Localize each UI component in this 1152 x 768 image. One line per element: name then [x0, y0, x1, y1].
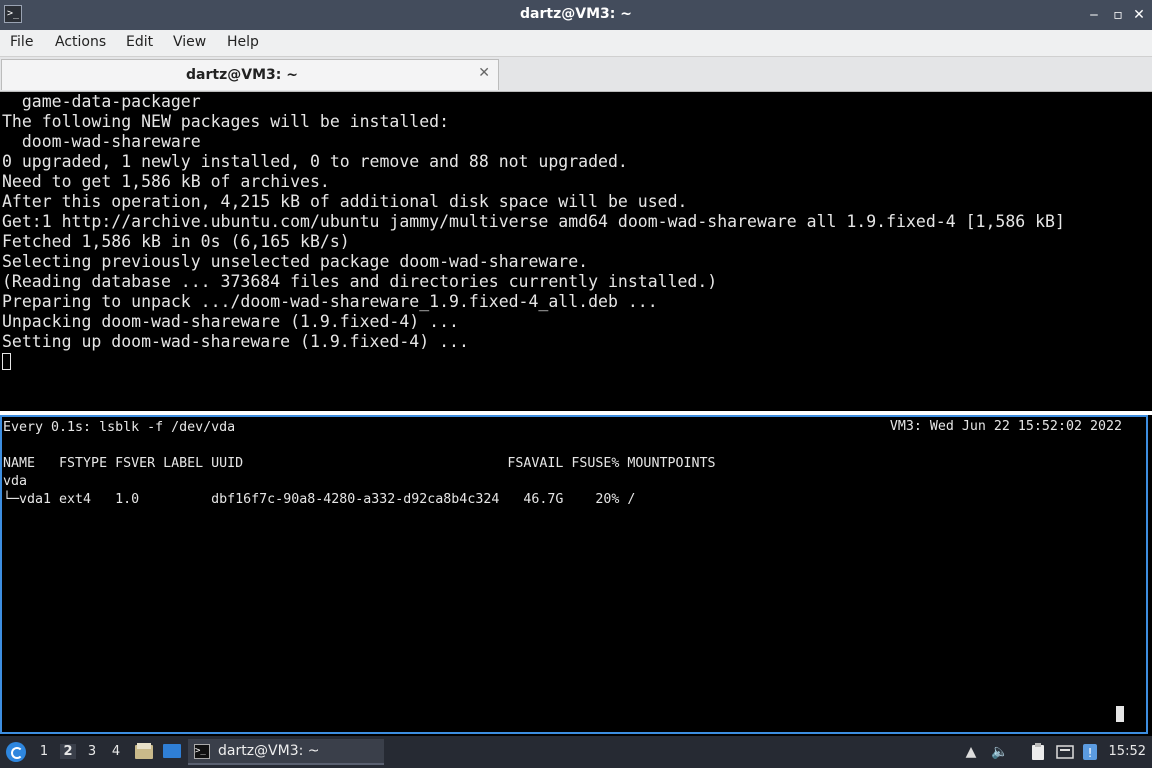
file-manager-icon[interactable]: [135, 743, 153, 759]
terminal-pane-bottom[interactable]: Every 0.1s: lsblk -f /dev/vda VM3: Wed J…: [0, 415, 1148, 734]
workspace-2[interactable]: 2: [60, 744, 76, 759]
keyboard-icon[interactable]: [1056, 743, 1074, 761]
terminal-cursor: [1116, 706, 1124, 722]
lsblk-row-disk: vda: [3, 474, 28, 489]
taskbar-item-terminal[interactable]: >_ dartz@VM3: ~: [188, 739, 384, 765]
terminal-line: Preparing to unpack .../doom-wad-sharewa…: [2, 292, 658, 311]
terminal-pane-top[interactable]: game-data-packager The following NEW pac…: [0, 92, 1152, 411]
tab-bar: dartz@VM3: ~ ✕: [0, 57, 1152, 92]
workspace-3[interactable]: 3: [84, 744, 100, 759]
svg-text:!: !: [1088, 746, 1093, 760]
taskbar-item-label: dartz@VM3: ~: [218, 743, 320, 759]
workspace-1[interactable]: 1: [36, 744, 52, 759]
terminal-cursor: [2, 353, 11, 370]
menu-actions[interactable]: Actions: [55, 34, 106, 50]
minimize-icon[interactable]: ‒: [1084, 5, 1104, 25]
menu-file[interactable]: File: [10, 34, 33, 50]
terminal-icon: >_: [194, 744, 210, 759]
watch-host-time: VM3: Wed Jun 22 15:52:02 2022: [889, 419, 1122, 434]
workspace-4[interactable]: 4: [108, 744, 124, 759]
lsblk-row-partition: └─vda1 ext4 1.0 dbf16f7c-90a8-4280-a332-…: [3, 492, 636, 507]
window-titlebar: >_ dartz@VM3: ~ ‒ ▫ ✕: [0, 0, 1152, 30]
terminal-line: Need to get 1,586 kB of archives.: [2, 172, 330, 191]
tab-close-icon[interactable]: ✕: [478, 65, 490, 81]
menu-view[interactable]: View: [173, 34, 206, 50]
terminal-line: The following NEW packages will be insta…: [2, 112, 450, 131]
terminal-line: 0 upgraded, 1 newly installed, 0 to remo…: [2, 152, 628, 171]
window-title: dartz@VM3: ~: [520, 6, 632, 22]
terminal-line: Setting up doom-wad-shareware (1.9.fixed…: [2, 332, 469, 351]
update-notifier-icon[interactable]: !: [1081, 743, 1099, 761]
terminal-line: (Reading database ... 373684 files and d…: [2, 272, 718, 291]
clock[interactable]: 15:52: [1109, 744, 1146, 759]
terminal-line: After this operation, 4,215 kB of additi…: [2, 192, 688, 211]
close-icon[interactable]: ✕: [1129, 5, 1149, 25]
lubuntu-start-icon[interactable]: [6, 742, 26, 762]
network-upload-icon[interactable]: ▲: [962, 743, 980, 761]
tab-label: dartz@VM3: ~: [186, 67, 298, 83]
show-desktop-icon[interactable]: [163, 743, 181, 759]
menu-bar: File Actions Edit View Help: [0, 30, 1152, 57]
taskbar: 1 2 3 4 >_ dartz@VM3: ~ ▲ 🔈 ! 15:52: [0, 736, 1152, 768]
maximize-icon[interactable]: ▫: [1108, 5, 1128, 25]
terminal-line: Fetched 1,586 kB in 0s (6,165 kB/s): [2, 232, 350, 251]
menu-edit[interactable]: Edit: [126, 34, 153, 50]
terminal-line: Unpacking doom-wad-shareware (1.9.fixed-…: [2, 312, 459, 331]
volume-icon[interactable]: 🔈: [991, 743, 1009, 761]
lsblk-header: NAME FSTYPE FSVER LABEL UUID FSAVAIL FSU…: [3, 456, 716, 471]
terminal-line: Get:1 http://archive.ubuntu.com/ubuntu j…: [2, 212, 1065, 231]
terminal-line: Selecting previously unselected package …: [2, 252, 589, 271]
terminal-prompt-line: [0, 352, 1152, 372]
terminal-line: doom-wad-shareware: [2, 132, 201, 151]
tab-terminal[interactable]: dartz@VM3: ~ ✕: [1, 59, 499, 90]
watch-header: Every 0.1s: lsblk -f /dev/vda: [3, 420, 236, 435]
terminal-line: game-data-packager: [2, 92, 201, 111]
clipboard-icon[interactable]: [1029, 743, 1047, 761]
menu-help[interactable]: Help: [227, 34, 259, 50]
